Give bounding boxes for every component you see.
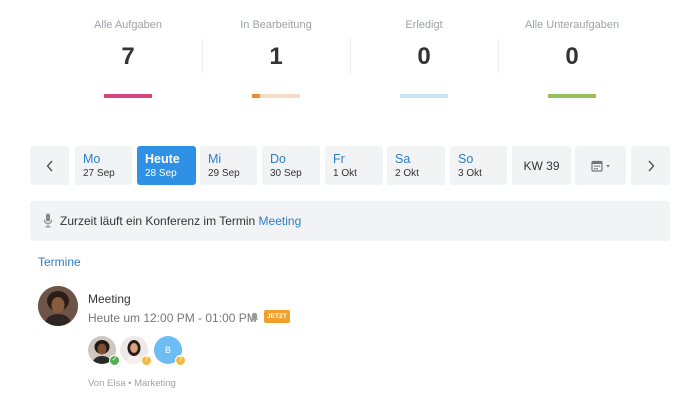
conference-banner: Zurzeit läuft ein Konferenz im Termin Me…: [30, 201, 670, 241]
accepted-status-icon: ✓: [109, 355, 120, 366]
stat-in-progress[interactable]: In Bearbeitung 1: [202, 0, 350, 110]
section-title-termine[interactable]: Termine: [38, 255, 81, 269]
bell-icon: [250, 312, 259, 322]
stat-label: In Bearbeitung: [240, 19, 312, 31]
stat-bar: [400, 94, 448, 98]
day-name: Mi: [208, 152, 222, 166]
prev-week-button[interactable]: [30, 146, 69, 185]
banner-message: Zurzeit läuft ein Konferenz im Termin: [60, 214, 256, 228]
day-mi[interactable]: Mi 29 Sep: [200, 146, 257, 185]
task-stats: Alle Aufgaben 7 In Bearbeitung 1 Erledig…: [54, 0, 646, 110]
day-date: 2 Okt: [395, 168, 419, 179]
week-number-button[interactable]: KW 39: [512, 146, 571, 185]
participants: ✓ ? B ?: [88, 336, 188, 368]
meeting-link[interactable]: Meeting: [259, 214, 302, 228]
day-date: 1 Okt: [333, 168, 357, 179]
day-date: 27 Sep: [83, 168, 115, 179]
calendar-picker-button[interactable]: [575, 146, 626, 185]
stat-all-tasks[interactable]: Alle Aufgaben 7: [54, 0, 202, 110]
date-strip: Mo 27 Sep Heute 28 Sep Mi 29 Sep Do 30 S…: [30, 146, 670, 185]
stat-done[interactable]: Erledigt 0: [350, 0, 498, 110]
stat-value: 0: [417, 43, 431, 70]
now-badge: JETZT: [264, 310, 290, 323]
event-time: Heute um 12:00 PM - 01:00 PM: [88, 311, 257, 325]
stat-label: Alle Unteraufgaben: [524, 19, 620, 31]
day-date: 29 Sep: [208, 168, 240, 179]
day-date: 28 Sep: [145, 168, 177, 179]
event-meta: Von Elsa • Marketing: [88, 378, 176, 389]
day-name: Fr: [333, 152, 345, 166]
day-name: Do: [270, 152, 286, 166]
next-week-button[interactable]: [631, 146, 670, 185]
day-name: Sa: [395, 152, 411, 166]
stat-label: Erledigt: [405, 19, 443, 31]
stat-label: Alle Aufgaben: [94, 19, 162, 31]
stat-value: 7: [121, 43, 135, 70]
calendar-icon: [590, 160, 610, 172]
day-date: 30 Sep: [270, 168, 302, 179]
stat-bar: [104, 94, 152, 98]
stat-value: 0: [565, 43, 579, 70]
caret-down-icon: [605, 164, 610, 167]
event-title: Meeting: [88, 292, 131, 306]
stat-value: 1: [269, 43, 283, 70]
day-today[interactable]: Heute 28 Sep: [137, 146, 196, 185]
event-item[interactable]: Meeting Heute um 12:00 PM - 01:00 PM JET…: [38, 286, 638, 396]
day-so[interactable]: So 3 Okt: [450, 146, 507, 185]
stat-bar: [548, 94, 596, 98]
day-fr[interactable]: Fr 1 Okt: [325, 146, 383, 185]
day-do[interactable]: Do 30 Sep: [262, 146, 320, 185]
day-date: 3 Okt: [458, 168, 482, 179]
microphone-icon: [43, 213, 53, 228]
banner-text: Zurzeit läuft ein Konferenz im Termin Me…: [60, 214, 301, 228]
day-mo[interactable]: Mo 27 Sep: [75, 146, 132, 185]
day-name: Mo: [83, 152, 101, 166]
day-name: Heute: [145, 152, 180, 166]
stat-all-subtasks[interactable]: Alle Unteraufgaben 0: [498, 0, 646, 110]
pending-status-icon: ?: [175, 355, 186, 366]
day-sa[interactable]: Sa 2 Okt: [387, 146, 445, 185]
day-name: So: [458, 152, 474, 166]
organizer-avatar: [38, 286, 78, 326]
pending-status-icon: ?: [141, 355, 152, 366]
stat-bar: [252, 94, 300, 98]
chevron-left-icon: [46, 160, 53, 171]
chevron-right-icon: [647, 160, 654, 171]
